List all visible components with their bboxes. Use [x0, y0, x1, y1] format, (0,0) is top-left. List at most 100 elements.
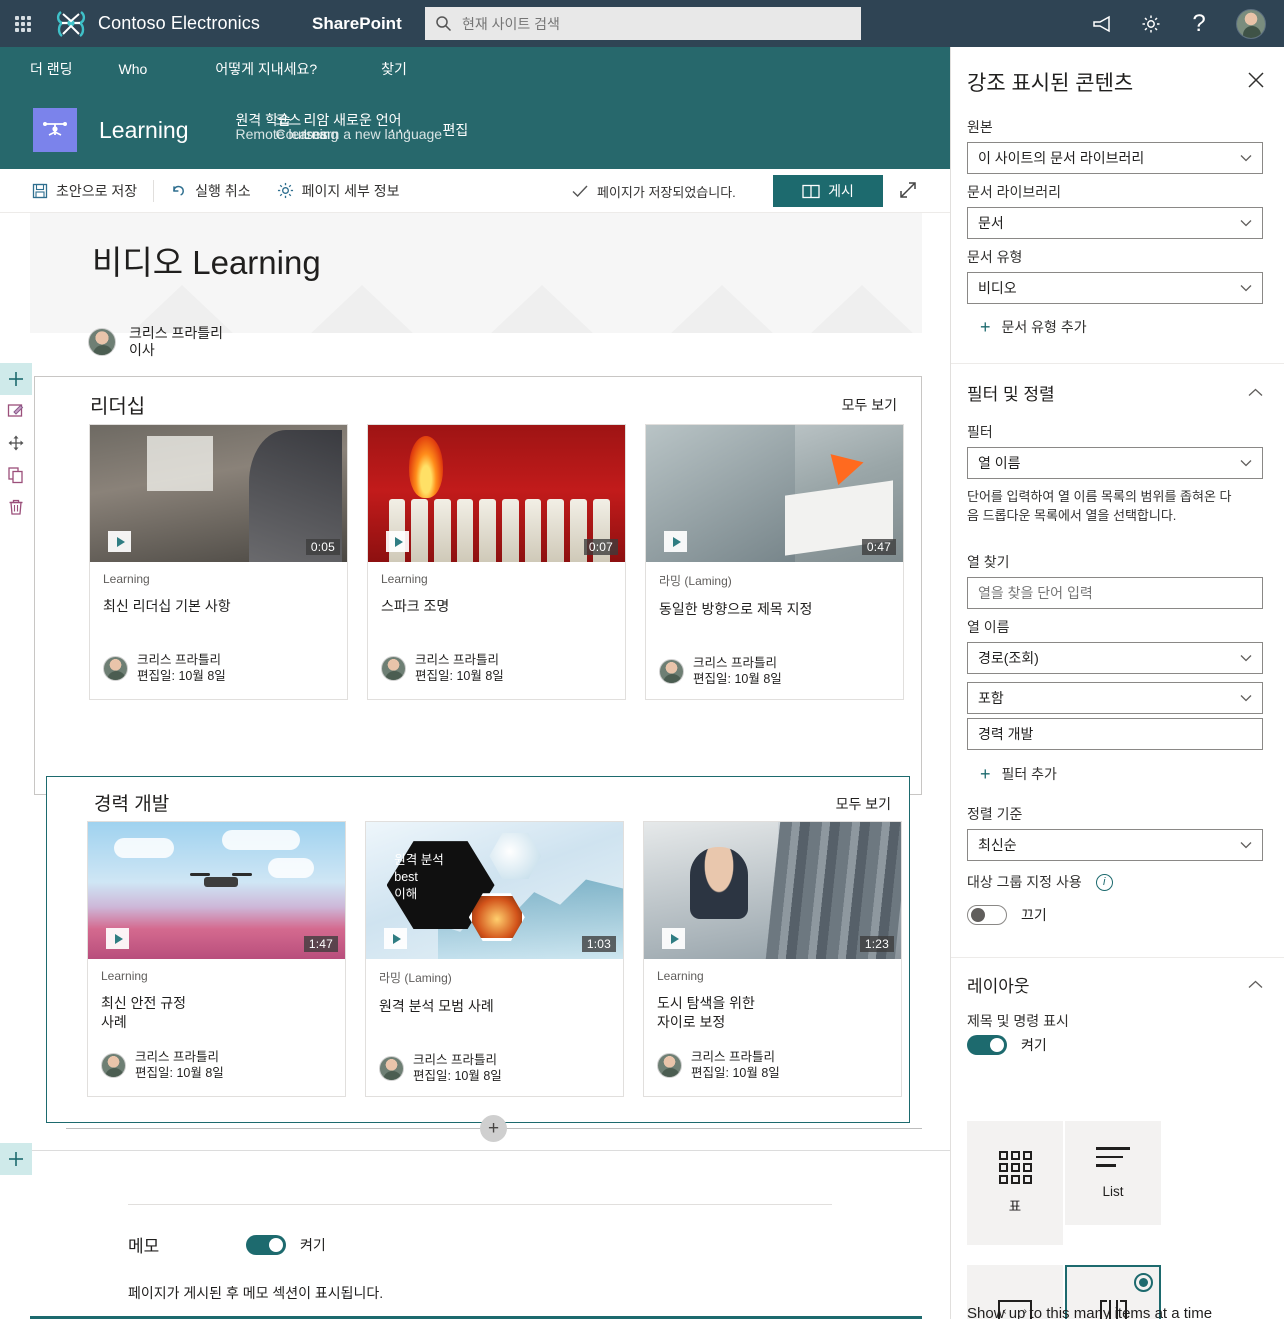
edit-section-icon[interactable]	[0, 395, 32, 427]
layout-selected-radio-icon	[1134, 1273, 1153, 1292]
operator-value: 포함	[978, 690, 1004, 706]
filter-sort-group-header[interactable]: 필터 및 정렬	[967, 380, 1263, 405]
find-column-input[interactable]	[967, 577, 1263, 609]
webpart-leadership[interactable]: 리더십 모두 보기 0:05 Learning 최신 리더십 기본 사항 크리스…	[34, 376, 922, 795]
info-icon[interactable]: i	[1095, 873, 1113, 891]
add-section-bottom-button[interactable]	[0, 1143, 32, 1175]
thumb-overlay-line1: 원격 분석	[394, 853, 444, 868]
add-section-button[interactable]	[0, 363, 32, 395]
filter-text-input[interactable]	[967, 718, 1263, 750]
chevron-down-icon	[1240, 695, 1252, 702]
card-source: Learning	[103, 572, 150, 586]
filter-sort-group-title: 필터 및 정렬	[967, 385, 1055, 404]
play-icon[interactable]	[106, 928, 129, 949]
thumb-overlay-line3: 이해	[394, 887, 418, 902]
show-title-toggle[interactable]	[967, 1035, 1007, 1055]
library-label: 문서 라이브러리	[967, 184, 1062, 200]
see-all-link-leadership[interactable]: 모두 보기	[842, 395, 897, 415]
video-card[interactable]: 0:47 라밍 (Laming) 동일한 방향으로 제목 지정 크리스 프라틀리…	[645, 424, 904, 700]
page-title: 비디오 Learning	[92, 244, 321, 281]
video-card[interactable]: 0:07 Learning 스파크 조명 크리스 프라틀리 편집일: 10월 8…	[367, 424, 626, 700]
megaphone-icon[interactable]	[1092, 13, 1114, 35]
source-field: 원본 이 사이트의 문서 라이브러리	[967, 117, 1263, 174]
layout-group-title: 레이아웃	[967, 977, 1030, 996]
video-card[interactable]: 1:47 Learning 최신 안전 규정 사례 크리스 프라틀리 편집일: …	[87, 821, 346, 1097]
card-title-line2: 사례	[101, 1014, 127, 1030]
card-title-line2	[379, 1016, 610, 1035]
site-title[interactable]: Learning	[99, 117, 189, 144]
chevron-down-icon	[1240, 155, 1252, 162]
close-icon[interactable]	[1246, 70, 1268, 92]
video-thumbnail[interactable]: 0:47	[646, 425, 903, 562]
move-section-icon[interactable]	[0, 427, 32, 459]
play-icon[interactable]	[384, 928, 407, 949]
audience-toggle[interactable]	[967, 905, 1007, 925]
publish-button[interactable]: 게시	[773, 175, 883, 207]
find-column-field: 열 찾기	[967, 552, 1263, 609]
video-card[interactable]: 원격 분석 best 이해 1:03 라밍 (Laming) 원격 분석 모범 …	[365, 821, 624, 1097]
save-icon	[32, 183, 48, 198]
search-input[interactable]	[460, 14, 851, 33]
play-icon[interactable]	[664, 531, 687, 552]
duplicate-section-icon[interactable]	[0, 459, 32, 491]
chevron-down-icon	[1240, 842, 1252, 849]
see-all-link-career[interactable]: 모두 보기	[836, 794, 891, 814]
add-filter-button[interactable]: + 필터 추가	[980, 764, 1263, 784]
add-doctype-button[interactable]: + 문서 유형 추가	[980, 317, 1263, 337]
topnav-item-3[interactable]: 찾기	[367, 59, 421, 79]
video-card[interactable]: 0:05 Learning 최신 리더십 기본 사항 크리스 프라틀리 편집일:…	[89, 424, 348, 700]
filter-dropdown[interactable]: 열 이름	[967, 447, 1263, 479]
delete-section-icon[interactable]	[0, 491, 32, 523]
audience-label: 대상 그룹 지정 사용	[967, 874, 1082, 890]
library-dropdown[interactable]: 문서	[967, 207, 1263, 239]
card-edited-date: 편집일: 10월 8일	[135, 1066, 224, 1080]
undo-button[interactable]: 실행 취소	[170, 169, 251, 213]
video-thumbnail[interactable]: 0:05	[90, 425, 347, 562]
card-title: 최신 안전 규정	[101, 995, 187, 1011]
column-name-dropdown[interactable]: 경로(조회)	[967, 642, 1263, 674]
gear-icon[interactable]	[1140, 13, 1162, 35]
video-thumbnail[interactable]: 1:23	[644, 822, 901, 959]
app-launcher-icon[interactable]	[0, 15, 46, 32]
check-icon	[572, 185, 588, 197]
comments-toggle[interactable]	[246, 1234, 286, 1255]
play-icon[interactable]	[386, 531, 409, 552]
card-edited-date: 편집일: 10월 8일	[415, 669, 504, 683]
video-card[interactable]: 1:23 Learning 도시 탐색을 위한 자이로 보정 크리스 프라틀리 …	[643, 821, 902, 1097]
help-icon[interactable]: ?	[1188, 10, 1210, 37]
video-thumbnail[interactable]: 원격 분석 best 이해 1:03	[366, 822, 623, 959]
topnav-item-1[interactable]: Who	[105, 61, 162, 77]
doctype-dropdown[interactable]: 비디오	[967, 272, 1263, 304]
topnav-item-2[interactable]: 어떻게 지내세요?	[201, 59, 331, 79]
sort-dropdown[interactable]: 최신순	[967, 829, 1263, 861]
plus-icon: +	[980, 317, 991, 337]
play-icon[interactable]	[108, 531, 131, 552]
layout-option-list[interactable]: List	[1065, 1121, 1161, 1225]
account-avatar[interactable]	[1236, 8, 1266, 39]
video-duration: 0:47	[861, 539, 896, 555]
topnav-item-0[interactable]: 더 랜딩	[16, 59, 87, 79]
search-box[interactable]	[425, 7, 861, 40]
video-thumbnail[interactable]: 1:47	[88, 822, 345, 959]
page-details-button[interactable]: 페이지 세부 정보	[277, 169, 400, 213]
brand-name: Contoso Electronics	[98, 13, 260, 33]
list-icon	[1096, 1147, 1130, 1173]
video-thumbnail[interactable]: 0:07	[368, 425, 625, 562]
webpart-career-development[interactable]: 경력 개발 모두 보기 1:47 Learning 최신 안전 규정 사례 크리…	[46, 776, 910, 1123]
card-author-avatar	[381, 655, 406, 681]
layout-group-header[interactable]: 레이아웃	[967, 972, 1263, 997]
add-webpart-button[interactable]: +	[480, 1115, 507, 1142]
card-title: 동일한 방향으로 제목 지정	[659, 601, 813, 617]
expand-icon[interactable]	[898, 180, 922, 204]
suite-app-name[interactable]: SharePoint	[312, 14, 402, 34]
site-logo-icon	[33, 108, 77, 152]
thumb-overlay-line2: best	[394, 870, 418, 885]
play-icon[interactable]	[662, 928, 685, 949]
items-count-label: Show up to this many items at a time	[967, 1305, 1213, 1319]
chevron-down-icon	[1240, 285, 1252, 292]
save-draft-button[interactable]: 초안으로 저장	[32, 169, 137, 213]
layout-option-grid[interactable]: 표	[967, 1121, 1063, 1245]
operator-dropdown[interactable]: 포함	[967, 682, 1263, 714]
site-nav-edit-link[interactable]: 편집	[443, 120, 469, 140]
source-dropdown[interactable]: 이 사이트의 문서 라이브러리	[967, 142, 1263, 174]
